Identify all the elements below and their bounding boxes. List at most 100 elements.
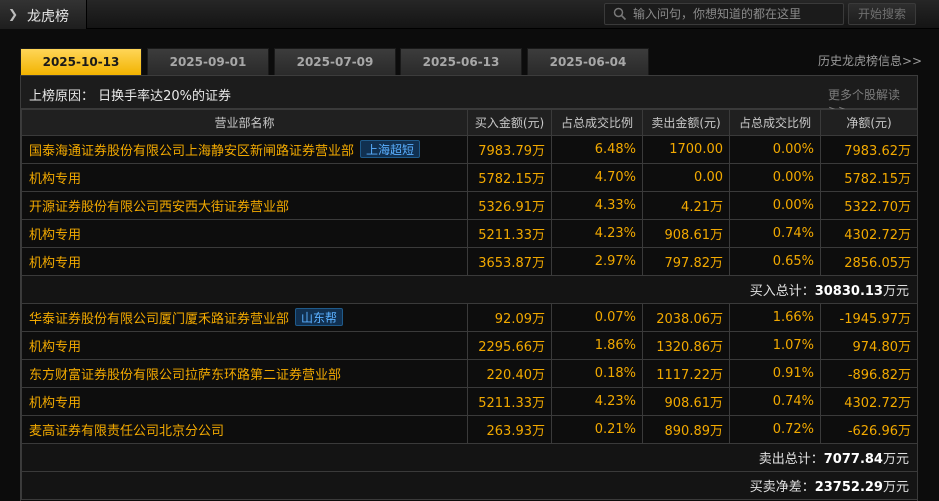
search-box[interactable] xyxy=(604,3,844,25)
tab-date-2[interactable]: 2025-09-01 xyxy=(147,48,269,75)
net-total-unit: 万元 xyxy=(882,480,909,495)
table-header: 营业部名称 买入金额(元) 占总成交比例 卖出金额(元) 占总成交比例 净额(元… xyxy=(21,109,918,136)
reason-label: 上榜原因： 日换手率达20%的证券 xyxy=(29,89,232,104)
search-icon xyxy=(613,7,627,21)
col-header-broker: 营业部名称 xyxy=(21,109,468,136)
buy-pct: 4.70% xyxy=(551,163,643,192)
table-row[interactable]: 机构专用 5211.33万 4.23% 908.61万 0.74% 4302.7… xyxy=(21,387,918,416)
broker-name[interactable]: 开源证券股份有限公司西安西大街证券营业部 xyxy=(21,191,468,220)
sell-pct: 0.91% xyxy=(729,359,821,388)
net-total: 买卖净差：23752.29万元 xyxy=(21,471,918,500)
broker-name[interactable]: 机构专用 xyxy=(21,247,468,276)
broker-name[interactable]: 国泰海通证券股份有限公司上海静安区新闸路证券营业部 xyxy=(29,144,354,159)
broker-name[interactable]: 机构专用 xyxy=(21,219,468,248)
sell-amount: 2038.06万 xyxy=(642,303,730,332)
col-header-buy: 买入金额(元) xyxy=(467,109,552,136)
buy-amount: 5326.91万 xyxy=(467,191,552,220)
buy-total-label: 买入总计： xyxy=(749,284,815,299)
sell-amount: 890.89万 xyxy=(642,415,730,444)
sell-pct: 1.07% xyxy=(729,331,821,360)
sell-amount: 0.00 xyxy=(642,163,730,192)
broker-name-cell[interactable]: 国泰海通证券股份有限公司上海静安区新闸路证券营业部 上海超短 xyxy=(21,135,468,164)
buy-total-value: 30830.13 xyxy=(814,284,883,299)
buy-total-row: 买入总计：30830.13万元 xyxy=(21,275,918,304)
net-total-label: 买卖净差： xyxy=(749,480,815,495)
net-total-value: 23752.29 xyxy=(814,480,883,495)
buy-pct: 0.21% xyxy=(551,415,643,444)
sell-amount: 1320.86万 xyxy=(642,331,730,360)
buy-amount: 5211.33万 xyxy=(467,219,552,248)
sell-pct: 0.74% xyxy=(729,219,821,248)
sell-amount: 1117.22万 xyxy=(642,359,730,388)
search-input[interactable] xyxy=(633,5,838,23)
sell-pct: 0.00% xyxy=(729,135,821,164)
col-header-buy-pct: 占总成交比例 xyxy=(551,109,643,136)
broker-table: 营业部名称 买入金额(元) 占总成交比例 卖出金额(元) 占总成交比例 净额(元… xyxy=(21,109,918,500)
broker-name[interactable]: 麦高证券有限责任公司北京分公司 xyxy=(21,415,468,444)
page-title: 龙虎榜 xyxy=(27,9,69,25)
net-amount: 2856.05万 xyxy=(820,247,918,276)
sell-total-label: 卖出总计： xyxy=(758,452,824,467)
buy-pct: 1.86% xyxy=(551,331,643,360)
broker-name[interactable]: 华泰证券股份有限公司厦门厦禾路证券营业部 xyxy=(29,312,289,327)
table-row[interactable]: 华泰证券股份有限公司厦门厦禾路证券营业部 山东帮 92.09万 0.07% 203… xyxy=(21,303,918,332)
sell-pct: 0.74% xyxy=(729,387,821,416)
buy-pct: 0.07% xyxy=(551,303,643,332)
sell-pct: 0.65% xyxy=(729,247,821,276)
broker-tag-badge[interactable]: 上海超短 xyxy=(360,140,421,158)
tab-date-1[interactable]: 2025-10-13 xyxy=(20,48,142,75)
broker-name-cell[interactable]: 华泰证券股份有限公司厦门厦禾路证券营业部 山东帮 xyxy=(21,303,468,332)
sell-pct: 0.00% xyxy=(729,163,821,192)
table-row[interactable]: 机构专用 3653.87万 2.97% 797.82万 0.65% 2856.0… xyxy=(21,247,918,276)
sell-amount: 908.61万 xyxy=(642,387,730,416)
table-row[interactable]: 机构专用 5211.33万 4.23% 908.61万 0.74% 4302.7… xyxy=(21,219,918,248)
net-amount: 4302.72万 xyxy=(820,387,918,416)
net-amount: 4302.72万 xyxy=(820,219,918,248)
table-row[interactable]: 机构专用 2295.66万 1.86% 1320.86万 1.07% 974.8… xyxy=(21,331,918,360)
sell-pct: 0.00% xyxy=(729,191,821,220)
reason-bar: 上榜原因： 日换手率达20%的证券 更多个股解读>> xyxy=(21,76,917,117)
tab-date-5[interactable]: 2025-06-04 xyxy=(527,48,649,75)
table-row[interactable]: 机构专用 5782.15万 4.70% 0.00 0.00% 5782.15万 xyxy=(21,163,918,192)
sell-amount: 4.21万 xyxy=(642,191,730,220)
buy-amount: 263.93万 xyxy=(467,415,552,444)
table-row[interactable]: 麦高证券有限责任公司北京分公司 263.93万 0.21% 890.89万 0.… xyxy=(21,415,918,444)
buy-pct: 4.33% xyxy=(551,191,643,220)
col-header-sell: 卖出金额(元) xyxy=(642,109,730,136)
net-amount: -626.96万 xyxy=(820,415,918,444)
broker-tag-badge[interactable]: 山东帮 xyxy=(295,308,344,326)
buy-amount: 2295.66万 xyxy=(467,331,552,360)
table-row[interactable]: 开源证券股份有限公司西安西大街证券营业部 5326.91万 4.33% 4.21… xyxy=(21,191,918,220)
dragon-tiger-panel: 上榜原因： 日换手率达20%的证券 更多个股解读>> 营业部名称 买入金额(元)… xyxy=(20,75,918,501)
sell-amount: 1700.00 xyxy=(642,135,730,164)
table-row[interactable]: 东方财富证券股份有限公司拉萨东环路第二证券营业部 220.40万 0.18% 1… xyxy=(21,359,918,388)
buy-pct: 0.18% xyxy=(551,359,643,388)
net-amount: -1945.97万 xyxy=(820,303,918,332)
broker-name[interactable]: 机构专用 xyxy=(21,331,468,360)
buy-amount: 92.09万 xyxy=(467,303,552,332)
broker-name[interactable]: 东方财富证券股份有限公司拉萨东环路第二证券营业部 xyxy=(21,359,468,388)
sell-total-row: 卖出总计：7077.84万元 xyxy=(21,443,918,472)
net-total-row: 买卖净差：23752.29万元 xyxy=(21,471,918,500)
buy-pct: 4.23% xyxy=(551,387,643,416)
net-amount: 7983.62万 xyxy=(820,135,918,164)
buy-pct: 4.23% xyxy=(551,219,643,248)
tab-date-3[interactable]: 2025-07-09 xyxy=(274,48,396,75)
col-header-net: 净额(元) xyxy=(820,109,918,136)
search-button[interactable]: 开始搜索 xyxy=(848,3,916,25)
history-link[interactable]: 历史龙虎榜信息>> xyxy=(818,52,922,69)
buy-amount: 7983.79万 xyxy=(467,135,552,164)
buy-total-unit: 万元 xyxy=(882,284,909,299)
sell-pct: 1.66% xyxy=(729,303,821,332)
sell-pct: 0.72% xyxy=(729,415,821,444)
table-row[interactable]: 国泰海通证券股份有限公司上海静安区新闸路证券营业部 上海超短 7983.79万 6… xyxy=(21,135,918,164)
sell-amount: 797.82万 xyxy=(642,247,730,276)
buy-total: 买入总计：30830.13万元 xyxy=(21,275,918,304)
buy-amount: 3653.87万 xyxy=(467,247,552,276)
broker-name[interactable]: 机构专用 xyxy=(21,163,468,192)
tab-date-4[interactable]: 2025-06-13 xyxy=(400,48,522,75)
broker-name[interactable]: 机构专用 xyxy=(21,387,468,416)
buy-amount: 220.40万 xyxy=(467,359,552,388)
net-amount: 5782.15万 xyxy=(820,163,918,192)
title-tab[interactable]: ❯ 龙虎榜 xyxy=(0,0,87,29)
